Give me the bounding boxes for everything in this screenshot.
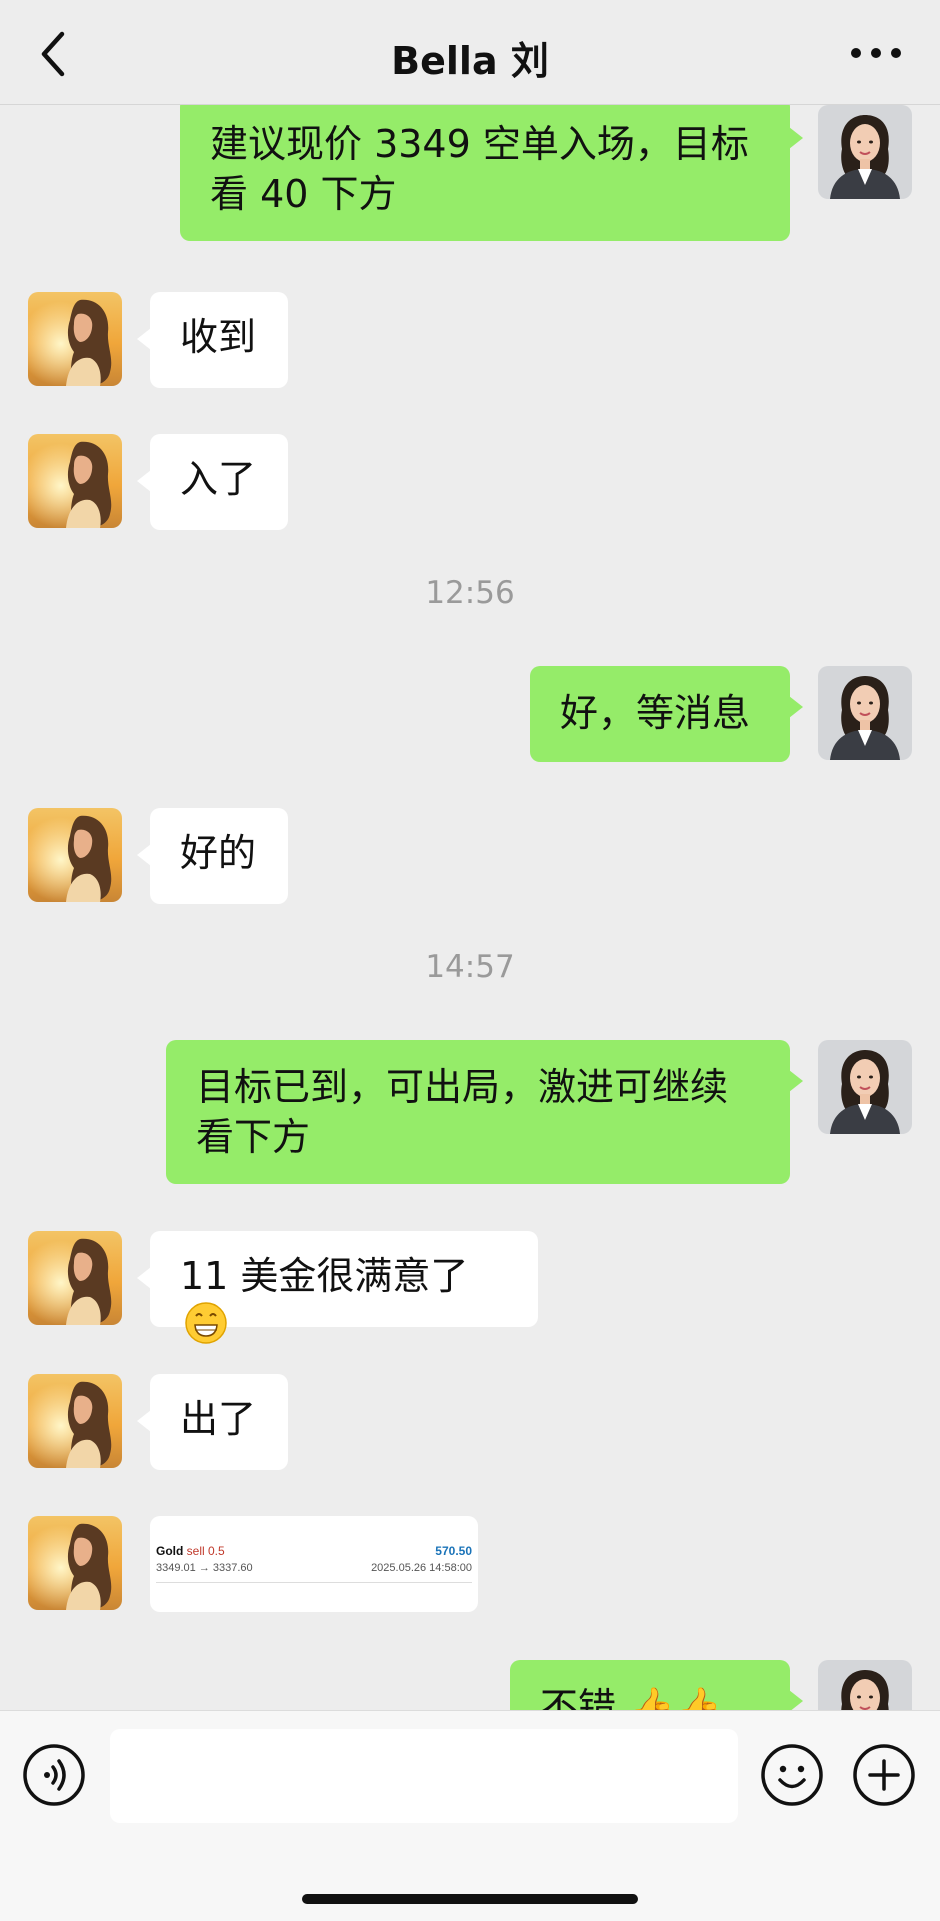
message-text: 收到 — [180, 315, 257, 359]
avatar-self[interactable] — [818, 1660, 912, 1710]
message-text: 建议现价 3349 空单入场，目标看 40 下方 — [210, 122, 749, 216]
message-text: 11 美金很满意了 — [180, 1254, 469, 1298]
message-bubble-received[interactable]: 11 美金很满意了 — [137, 1231, 538, 1344]
message-bubble-received[interactable]: 好的 — [137, 808, 288, 904]
plus-icon — [853, 1744, 915, 1806]
message-text: 不错 — [540, 1685, 617, 1710]
avatar-self[interactable] — [818, 666, 912, 760]
trade-prices: 3349.01 → 3337.60 — [156, 1562, 253, 1574]
message-list[interactable]: 建议现价 3349 空单入场，目标看 40 下方 收到 入了 12:56 好，等… — [0, 105, 940, 1710]
trade-symbol: Gold sell 0.5 — [156, 1544, 225, 1558]
message-bubble-sent[interactable]: 不错 👍👍👍 — [510, 1660, 803, 1710]
message-bubble-received[interactable]: 出了 — [137, 1374, 288, 1470]
more-button[interactable] — [846, 38, 906, 68]
message-bubble-sent[interactable]: 目标已到，可出局，激进可继续看下方 — [166, 1040, 803, 1184]
avatar-self[interactable] — [818, 105, 912, 199]
timestamp: 14:57 — [425, 949, 515, 985]
message-bubble-received[interactable]: 收到 — [137, 292, 288, 388]
voice-button[interactable] — [22, 1743, 86, 1807]
emoji-button[interactable] — [760, 1743, 824, 1807]
message-input[interactable] — [110, 1729, 738, 1823]
avatar-self[interactable] — [818, 1040, 912, 1134]
emoji-icon — [761, 1744, 823, 1806]
grinning-face-icon — [185, 1302, 227, 1344]
avatar-other[interactable] — [28, 434, 122, 528]
avatar-other[interactable] — [28, 292, 122, 386]
message-bubble-sent[interactable]: 好，等消息 — [530, 666, 803, 762]
chat-header: Bella 刘 — [0, 0, 940, 105]
message-text: 出了 — [180, 1397, 257, 1441]
plus-button[interactable] — [852, 1743, 916, 1807]
message-bubble-received[interactable]: 入了 — [137, 434, 288, 530]
voice-icon — [23, 1744, 85, 1806]
avatar-other[interactable] — [28, 1231, 122, 1325]
timestamp: 12:56 — [425, 575, 515, 611]
chat-title: Bella 刘 — [391, 39, 549, 83]
message-text: 好的 — [180, 831, 257, 875]
message-bubble-sent[interactable]: 建议现价 3349 空单入场，目标看 40 下方 — [180, 105, 803, 241]
avatar-other[interactable] — [28, 1374, 122, 1468]
trade-datetime: 2025.05.26 14:58:00 — [371, 1562, 472, 1574]
divider — [156, 1582, 472, 1583]
message-text: 目标已到，可出局，激进可继续看下方 — [196, 1065, 729, 1159]
message-text: 好，等消息 — [560, 691, 751, 735]
home-indicator — [302, 1894, 638, 1904]
input-toolbar — [0, 1710, 940, 1921]
avatar-other[interactable] — [28, 808, 122, 902]
message-text: 入了 — [180, 457, 257, 501]
trade-side: sell 0.5 — [186, 1544, 225, 1558]
more-dots-icon — [851, 48, 901, 58]
trade-profit: 570.50 — [435, 1544, 472, 1558]
trade-screenshot-image[interactable]: Gold sell 0.5 570.50 3349.01 → 3337.60 2… — [150, 1516, 478, 1612]
avatar-other[interactable] — [28, 1516, 122, 1610]
